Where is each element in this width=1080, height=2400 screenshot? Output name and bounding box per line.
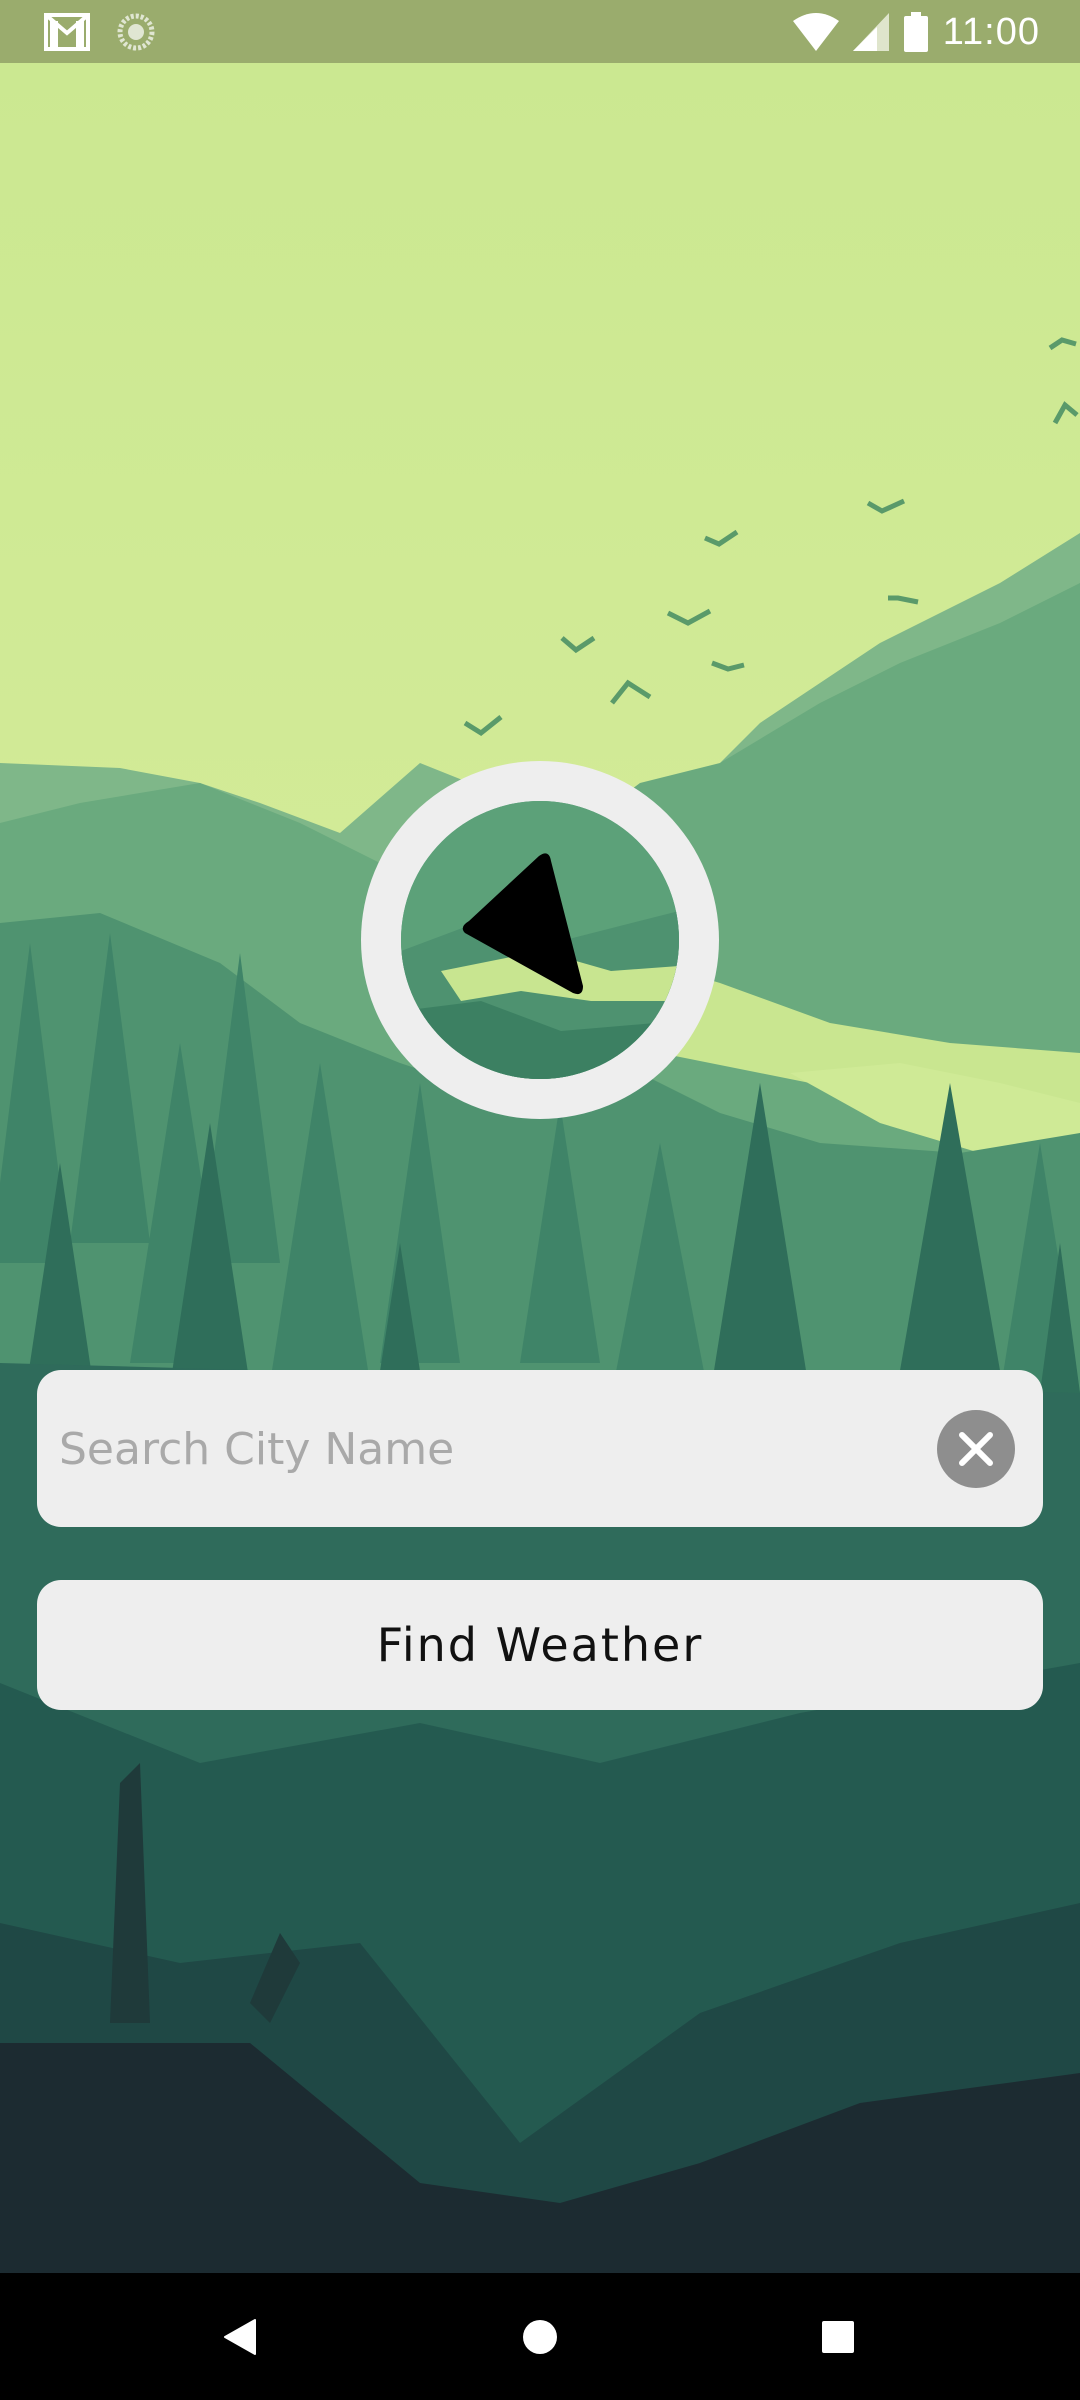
compass-dial bbox=[361, 761, 719, 1119]
gmail-icon bbox=[44, 13, 90, 51]
close-icon bbox=[959, 1432, 993, 1466]
search-box bbox=[37, 1370, 1043, 1529]
battery-icon bbox=[903, 12, 928, 52]
status-bar: 11:00 bbox=[0, 0, 1080, 63]
clear-search-button[interactable] bbox=[937, 1410, 1015, 1488]
wifi-icon bbox=[792, 13, 839, 51]
navigation-arrow-icon bbox=[462, 853, 583, 995]
nav-recents-button[interactable] bbox=[778, 2273, 898, 2400]
find-weather-button[interactable]: Find Weather bbox=[37, 1580, 1043, 1710]
back-icon bbox=[224, 2318, 256, 2355]
signal-icon bbox=[852, 13, 889, 51]
navigation-bar bbox=[0, 2273, 1080, 2400]
recents-icon bbox=[822, 2320, 854, 2353]
nav-home-button[interactable] bbox=[480, 2273, 600, 2400]
search-city-input[interactable] bbox=[57, 1370, 941, 1529]
status-time: 11:00 bbox=[942, 10, 1040, 53]
forest-background bbox=[0, 63, 1080, 2273]
nav-back-button[interactable] bbox=[180, 2273, 300, 2400]
home-icon bbox=[523, 2319, 557, 2354]
sync-icon bbox=[117, 13, 155, 51]
